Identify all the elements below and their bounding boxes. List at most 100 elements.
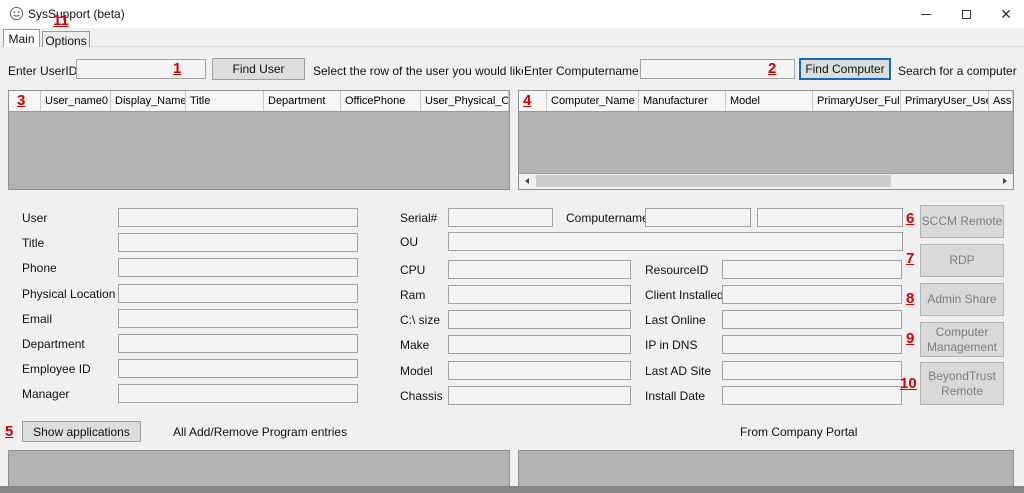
ou-field[interactable] (448, 232, 903, 251)
title-label: Title (22, 236, 45, 250)
department-label: Department (22, 337, 85, 351)
column-header-model[interactable]: Model (726, 91, 813, 111)
annotation-8: 8 (906, 290, 915, 307)
column-header-primaryuser-fullname[interactable]: PrimaryUser_Fulll (813, 91, 901, 111)
column-header-user-physical-office[interactable]: User_Physical_Offi (421, 91, 509, 111)
scroll-right-button[interactable] (997, 174, 1013, 188)
beyondtrust-remote-button[interactable]: BeyondTrust Remote (920, 362, 1004, 405)
find-user-button[interactable]: Find User (212, 58, 305, 80)
c-size-field[interactable] (448, 310, 631, 329)
scroll-left-button[interactable] (519, 174, 535, 188)
ip-in-dns-label: IP in DNS (645, 338, 698, 352)
make-field[interactable] (448, 335, 631, 354)
physical-location-field[interactable] (118, 284, 358, 303)
last-online-field[interactable] (722, 310, 902, 329)
sccm-remote-button[interactable]: SCCM Remote (920, 205, 1004, 238)
resource-id-label: ResourceID (645, 263, 709, 277)
chassis-field[interactable] (448, 386, 631, 405)
serial-label: Serial# (400, 211, 438, 225)
serial-field[interactable] (448, 208, 553, 227)
column-header-assigned[interactable]: Assig (989, 91, 1013, 111)
title-field[interactable] (118, 233, 358, 252)
close-icon: ✕ (1000, 6, 1012, 22)
ram-field[interactable] (448, 285, 631, 304)
scroll-left-icon (525, 178, 529, 184)
rdp-button[interactable]: RDP (920, 244, 1004, 277)
last-online-label: Last Online (645, 313, 706, 327)
resource-id-field[interactable] (722, 260, 902, 279)
maximize-icon (961, 9, 971, 19)
computer-grid-header: Computer_Name Manufacturer Model Primary… (519, 91, 1013, 112)
find-computer-button[interactable]: Find Computer (799, 58, 891, 80)
last-ad-site-label: Last AD Site (645, 364, 712, 378)
computer-management-button[interactable]: Computer Management (920, 322, 1004, 357)
column-header-display-name[interactable]: Display_Name (111, 91, 186, 111)
employee-id-label: Employee ID (22, 362, 91, 376)
user-label: User (22, 211, 48, 225)
annotation-5: 5 (5, 423, 14, 440)
all-entries-label: All Add/Remove Program entries (173, 425, 348, 439)
minimize-icon (921, 13, 931, 15)
client-installed-field[interactable] (722, 285, 902, 304)
column-header-officephone[interactable]: OfficePhone (341, 91, 421, 111)
client-installed-label: Client Installed (645, 288, 724, 302)
userid-input[interactable] (76, 59, 206, 79)
horizontal-scrollbar[interactable] (519, 173, 1013, 189)
scrollbar-thumb[interactable] (536, 175, 891, 187)
department-field[interactable] (118, 334, 358, 353)
chassis-label: Chassis (400, 389, 443, 403)
phone-label: Phone (22, 261, 57, 275)
cpu-label: CPU (400, 263, 426, 277)
make-label: Make (400, 338, 430, 352)
annotation-2: 2 (768, 60, 777, 77)
annotation-11: 11 (53, 12, 69, 29)
annotation-4: 4 (523, 92, 532, 109)
close-button[interactable]: ✕ (986, 0, 1024, 28)
app-icon (9, 6, 24, 21)
computer-instruction-text: Search for a computer (898, 64, 1017, 78)
physical-location-label: Physical Location (22, 287, 116, 301)
titlebar: SysSupport (beta) ✕ (0, 0, 1024, 28)
cpu-field[interactable] (448, 260, 631, 279)
computername-field-2[interactable] (757, 208, 903, 227)
email-label: Email (22, 312, 53, 326)
column-header-user-name0[interactable]: User_name0 (41, 91, 111, 111)
maximize-button[interactable] (946, 0, 986, 28)
column-header-computer-name[interactable]: Computer_Name (547, 91, 639, 111)
window-title: SysSupport (beta) (28, 7, 125, 21)
c-size-label: C:\ size (400, 313, 441, 327)
user-instruction-text: Select the row of the user you would lik… (313, 64, 523, 78)
tab-options[interactable]: Options (42, 31, 90, 48)
install-date-field[interactable] (722, 386, 902, 405)
tab-strip-divider (0, 46, 1024, 47)
annotation-10: 10 (900, 375, 917, 392)
ou-label: OU (400, 235, 418, 249)
user-grid-header: User_name0 Display_Name Title Department… (9, 91, 509, 112)
tab-main[interactable]: Main (3, 29, 40, 47)
user-field[interactable] (118, 208, 358, 227)
model-field[interactable] (448, 361, 631, 380)
admin-share-button[interactable]: Admin Share (920, 283, 1004, 316)
computername-label: Computername (566, 211, 649, 225)
manager-label: Manager (22, 387, 70, 401)
ip-in-dns-field[interactable] (722, 335, 902, 354)
column-header-primaryuser-user[interactable]: PrimaryUser_User (901, 91, 989, 111)
column-header-department[interactable]: Department (264, 91, 341, 111)
employee-id-field[interactable] (118, 359, 358, 378)
manager-field[interactable] (118, 384, 358, 403)
phone-field[interactable] (118, 258, 358, 277)
last-ad-site-field[interactable] (722, 361, 902, 380)
app-window: SysSupport (beta) ✕ Main Options Enter U… (0, 0, 1024, 493)
computername-field-1[interactable] (645, 208, 751, 227)
email-field[interactable] (118, 309, 358, 328)
annotation-6: 6 (906, 210, 915, 227)
column-header-title[interactable]: Title (186, 91, 264, 111)
user-results-grid: User_name0 Display_Name Title Department… (8, 90, 510, 190)
company-portal-label: From Company Portal (740, 425, 858, 439)
minimize-button[interactable] (906, 0, 946, 28)
enter-userid-label: Enter UserID (8, 64, 78, 78)
scroll-right-icon (1003, 178, 1007, 184)
column-header-manufacturer[interactable]: Manufacturer (639, 91, 726, 111)
show-applications-button[interactable]: Show applications (22, 421, 141, 442)
enter-computername-label: Enter Computername (524, 64, 639, 78)
